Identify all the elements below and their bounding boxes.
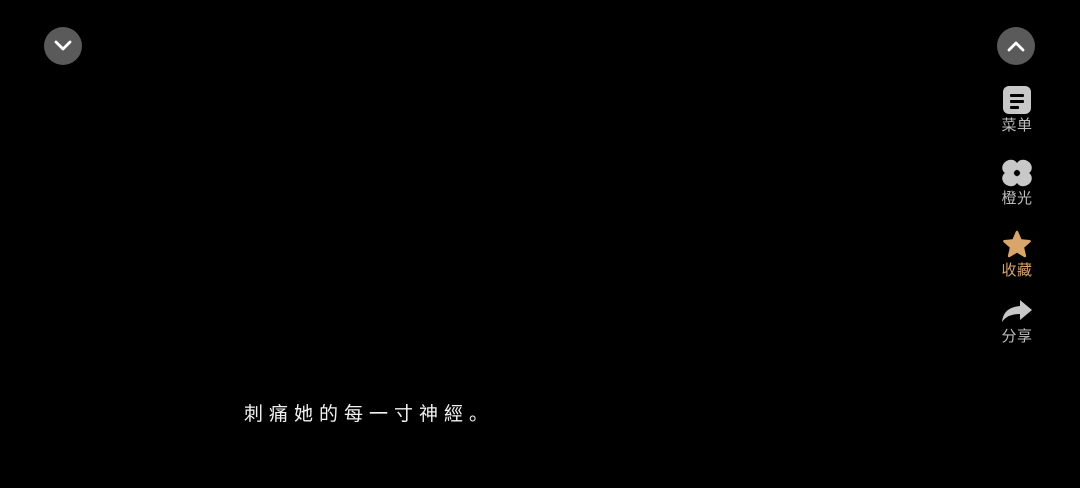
chevron-up-icon [1007, 41, 1025, 52]
favorite-label: 收藏 [1001, 261, 1033, 279]
orange-light-label: 橙光 [1001, 189, 1033, 207]
share-button[interactable]: 分享 [992, 295, 1042, 345]
menu-button[interactable]: 菜单 [992, 84, 1042, 134]
share-arrow-icon [1000, 295, 1034, 327]
menu-document-icon [1000, 84, 1034, 116]
clover-leaf-icon [1000, 157, 1034, 189]
game-screen[interactable]: 菜单 橙光 收藏 分享 刺痛她的每一寸神經。 [0, 0, 1080, 488]
chevron-down-icon [54, 40, 72, 51]
favorite-button[interactable]: 收藏 [992, 229, 1042, 279]
star-icon [1000, 229, 1034, 261]
dialogue-text: 刺痛她的每一寸神經。 [244, 403, 495, 425]
menu-label: 菜单 [1001, 116, 1033, 134]
expand-button[interactable] [997, 27, 1035, 65]
collapse-button[interactable] [44, 27, 82, 65]
share-label: 分享 [1001, 327, 1033, 345]
orange-light-button[interactable]: 橙光 [992, 157, 1042, 207]
